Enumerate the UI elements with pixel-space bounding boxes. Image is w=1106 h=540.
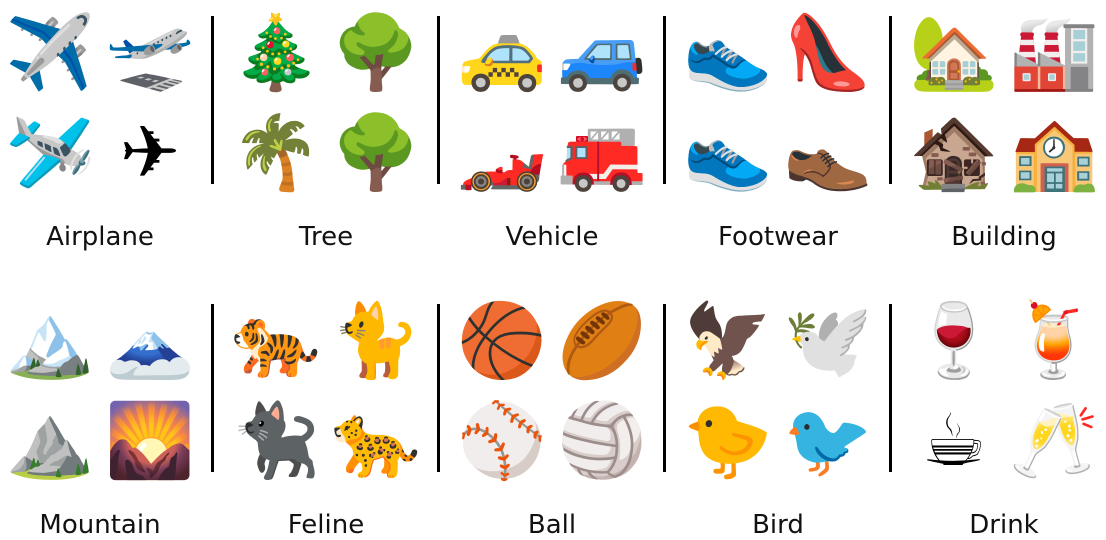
house-with-garden-icon: 🏡 [909, 10, 999, 94]
category-feline: 🐅 🐈 🐈‍⬛ 🐆 Feline [226, 290, 426, 540]
column-divider [663, 304, 666, 472]
clinking-glasses-icon: 🥂 [1009, 398, 1099, 482]
mountain-icon: ⛰️ [5, 398, 95, 482]
white-cat-icon: 🐈 [331, 298, 421, 382]
column-divider [211, 304, 214, 472]
category-label: Airplane [46, 222, 154, 252]
category-label: Bird [752, 510, 804, 540]
column-divider [889, 304, 892, 472]
rugby-ball-icon: 🏉 [557, 298, 647, 382]
hot-beverage-icon: ☕ [921, 398, 987, 482]
category-tree: 🎄 🌳 🌴 🌳 Tree [226, 2, 426, 252]
tiger-icon: 🐅 [231, 298, 321, 382]
category-vehicle: 🚕 🚙 🏎️ 🚒 Vehicle [452, 2, 652, 252]
high-heel-icon: 👠 [783, 10, 873, 94]
wine-glass-icon: 🍷 [909, 298, 999, 382]
snow-capped-mountain-icon: 🏔️ [5, 298, 95, 382]
category-icons: 🍷 🍹 ☕ 🥂 [904, 290, 1104, 490]
category-label: Feline [287, 510, 365, 540]
airplane-white-blue-icon: 🛫 [105, 10, 195, 94]
factory-icon: 🏭 [1009, 10, 1099, 94]
category-drink: 🍷 🍹 ☕ 🥂 Drink [904, 290, 1104, 540]
column-divider [211, 16, 214, 184]
category-footwear: 👟 👠 👟 👞 Footwear [678, 2, 878, 252]
baby-chick-icon: 🐤 [683, 398, 773, 482]
baseball-icon: ⚾ [457, 398, 547, 482]
running-shoe-gray-icon: 👟 [683, 10, 773, 94]
taxi-icon: 🚕 [457, 10, 547, 94]
basketball-icon: 🏀 [457, 298, 547, 382]
derelict-house-icon: 🏚️ [909, 110, 999, 194]
palm-tree-icon: 🌴 [231, 110, 321, 194]
category-icons: 🐅 🐈 🐈‍⬛ 🐆 [226, 290, 426, 490]
category-icons: 🎄 🌳 🌴 🌳 [226, 2, 426, 202]
cardinal-bird-icon: 🐦 [783, 398, 873, 482]
category-ball: 🏀 🏉 ⚾ 🏐 Ball [452, 290, 652, 540]
mount-fuji-icon: 🗻 [105, 298, 195, 382]
category-icons: 🏡 🏭 🏚️ 🏫 [904, 2, 1104, 202]
category-label: Tree [298, 222, 354, 252]
leopard-icon: 🐆 [331, 398, 421, 482]
airplane-orange-icon: 🛩️ [5, 110, 95, 194]
category-building: 🏡 🏭 🏚️ 🏫 Building [904, 2, 1104, 252]
sunrise-over-mountains-icon: 🌄 [105, 398, 195, 482]
fire-engine-icon: 🚒 [557, 110, 647, 194]
leafy-tree-icon: 🌳 [331, 110, 421, 194]
airplane-yellow-icon: ✈ [119, 110, 181, 194]
sneaker-red-icon: 👟 [683, 110, 773, 194]
column-divider [437, 304, 440, 472]
category-icons: ✈️ 🛫 🛩️ ✈ [0, 2, 200, 202]
category-label: Ball [527, 510, 577, 540]
racing-car-icon: 🏎️ [457, 110, 547, 194]
category-label: Building [951, 222, 1057, 252]
category-bird: 🦅 🕊️ 🐤 🐦 Bird [678, 290, 878, 540]
category-airplane: ✈️ 🛫 🛩️ ✈ Airplane [0, 2, 200, 252]
dove-icon: 🕊️ [783, 298, 873, 382]
category-icons: 🏔️ 🗻 ⛰️ 🌄 [0, 290, 200, 490]
category-icons: 🦅 🕊️ 🐤 🐦 [678, 290, 878, 490]
category-icons: 👟 👠 👟 👞 [678, 2, 878, 202]
category-grid: ✈️ 🛫 🛩️ ✈ Airplane 🎄 🌳 🌴 🌳 Tree 🚕 🚙 🏎️ 🚒 Vehicle 👟 👠 👟 👞 Fo… [0, 0, 1106, 540]
column-divider [663, 16, 666, 184]
column-divider [437, 16, 440, 184]
category-label: Footwear [718, 222, 838, 252]
eagle-icon: 🦅 [683, 298, 773, 382]
brown-shoe-icon: 👞 [783, 110, 873, 194]
category-label: Mountain [39, 510, 161, 540]
category-label: Drink [969, 510, 1039, 540]
blue-car-icon: 🚙 [557, 10, 647, 94]
category-label: Vehicle [505, 222, 599, 252]
school-icon: 🏫 [1009, 110, 1099, 194]
airplane-gray-icon: ✈️ [5, 10, 95, 94]
deciduous-tree-icon: 🌳 [331, 10, 421, 94]
black-cat-icon: 🐈‍⬛ [231, 398, 321, 482]
category-icons: 🚕 🚙 🏎️ 🚒 [452, 2, 652, 202]
column-divider [889, 16, 892, 184]
category-mountain: 🏔️ 🗻 ⛰️ 🌄 Mountain [0, 290, 200, 540]
christmas-tree-icon: 🎄 [231, 10, 321, 94]
volleyball-icon: 🏐 [557, 398, 647, 482]
category-icons: 🏀 🏉 ⚾ 🏐 [452, 290, 652, 490]
tropical-drink-icon: 🍹 [1009, 298, 1099, 382]
